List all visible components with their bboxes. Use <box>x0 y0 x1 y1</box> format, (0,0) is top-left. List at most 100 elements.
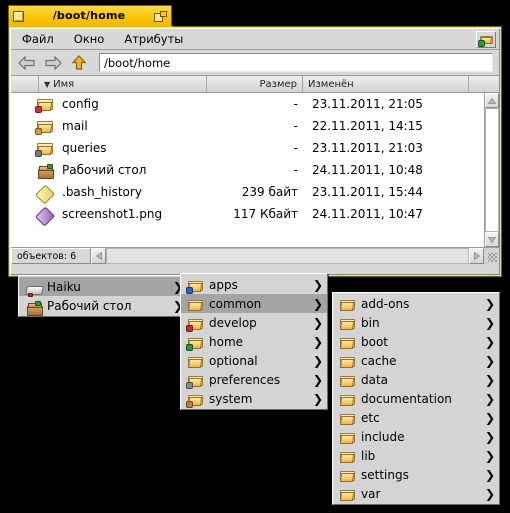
vertical-scroll-track[interactable] <box>485 108 499 232</box>
column-headers: ▼ Имя Размер Изменён <box>11 75 499 93</box>
path-value: /boot/home <box>104 55 171 70</box>
menubar: Файл Окно Атрибуты <box>11 29 499 50</box>
folder-icon <box>340 431 355 444</box>
column-header-size[interactable]: Размер <box>207 75 303 93</box>
file-modified: 24.11.2011, 10:48 <box>312 163 423 177</box>
file-name: screenshot1.png <box>62 207 163 221</box>
menu-item-icon-cell <box>25 298 43 316</box>
path-input[interactable]: /boot/home <box>99 53 493 72</box>
menu-item[interactable]: preferences ❯ <box>181 370 327 389</box>
submenu-arrow-icon: ❯ <box>484 467 495 482</box>
file-row[interactable]: config -23.11.2011, 21:05 <box>11 93 484 115</box>
menu-item-label: optional <box>209 353 258 368</box>
menu-item[interactable]: system ❯ <box>181 389 327 408</box>
menu-item-icon-cell <box>339 429 356 444</box>
menu-item-icon-cell <box>339 467 356 482</box>
horizontal-scrollbar[interactable] <box>91 248 484 264</box>
scroll-right-button[interactable] <box>469 248 484 264</box>
menu-item[interactable]: data ❯ <box>333 370 499 389</box>
back-button[interactable] <box>15 53 39 73</box>
menu-item[interactable]: common ❯ <box>181 294 327 313</box>
folder-system-icon <box>186 393 203 408</box>
arrow-right-icon <box>45 55 62 70</box>
file-row[interactable]: queries -23.11.2011, 21:03 <box>11 137 484 159</box>
menu-item[interactable]: add-ons ❯ <box>333 294 499 313</box>
close-box-icon[interactable] <box>13 10 24 22</box>
horizontal-scroll-track[interactable] <box>106 248 469 264</box>
file-name: config <box>62 97 99 111</box>
menu-item[interactable]: home ❯ <box>181 332 327 351</box>
menu-item[interactable]: documentation ❯ <box>333 389 499 408</box>
menu-item-icon-cell <box>339 410 356 425</box>
scroll-down-button[interactable] <box>485 232 499 247</box>
menu-item[interactable]: optional ❯ <box>181 351 327 370</box>
file-size: 239 байт <box>241 185 298 199</box>
menu-item-icon-cell <box>339 486 356 501</box>
menu-item-icon-cell <box>339 296 356 311</box>
column-header-modified[interactable]: Изменён <box>303 75 469 93</box>
menu-item[interactable]: Рабочий стол ❯ <box>19 296 187 316</box>
forward-button[interactable] <box>41 53 65 73</box>
file-name: queries <box>62 141 107 155</box>
menu-item[interactable]: Haiku ❯ <box>19 277 187 297</box>
folder-apps-icon <box>186 279 203 294</box>
desktop-folder-icon <box>37 163 54 179</box>
menu-item[interactable]: boot ❯ <box>333 332 499 351</box>
submenu-arrow-icon: ❯ <box>312 315 323 330</box>
column-header-name[interactable]: ▼ Имя <box>39 75 207 93</box>
folder-icon <box>340 298 355 311</box>
menu-item-label: settings <box>361 467 409 482</box>
scroll-left-button[interactable] <box>91 248 106 264</box>
status-bar: объектов: 6 <box>11 247 499 264</box>
chevron-down-icon <box>487 236 497 243</box>
file-row[interactable]: Рабочий стол -24.11.2011, 10:48 <box>11 159 484 181</box>
folder-icon <box>340 317 355 330</box>
sort-indicator-icon: ▼ <box>44 79 51 89</box>
submenu-arrow-icon: ❯ <box>312 391 323 406</box>
menu-item-label: develop <box>209 315 257 330</box>
menu-item[interactable]: settings ❯ <box>333 465 499 484</box>
menu-file[interactable]: Файл <box>13 30 63 49</box>
menu-item[interactable]: lib ❯ <box>333 446 499 465</box>
column-header-icon <box>11 75 39 93</box>
file-row[interactable]: screenshot1.png 117 Кбайт 24.11.2011, 10:4… <box>11 203 484 227</box>
file-list[interactable]: config -23.11.2011, 21:05 mail -22.11.2011,… <box>11 93 484 247</box>
vertical-scrollbar[interactable] <box>484 93 499 247</box>
menu-item-label: cache <box>361 353 397 368</box>
submenu-arrow-icon: ❯ <box>484 353 495 368</box>
file-modified: 24.11.2011, 10:47 <box>312 207 423 221</box>
folder-icon <box>340 412 355 425</box>
folder-icon <box>340 355 355 368</box>
menu-item[interactable]: etc ❯ <box>333 408 499 427</box>
file-row[interactable]: .bash_history 239 байт 23.11.2011, 15:44 <box>11 181 484 205</box>
menu-item[interactable]: bin ❯ <box>333 313 499 332</box>
zoom-box-icon[interactable] <box>154 10 167 22</box>
file-row[interactable]: mail -22.11.2011, 14:15 <box>11 115 484 137</box>
menu-item[interactable]: cache ❯ <box>333 351 499 370</box>
window-titlebar[interactable]: /boot/home <box>8 5 172 26</box>
file-list-area: config -23.11.2011, 21:05 mail -22.11.2011,… <box>11 93 499 247</box>
menu-item-label: apps <box>209 277 238 292</box>
submenu-arrow-icon: ❯ <box>312 372 323 387</box>
menu-window[interactable]: Окно <box>65 30 114 49</box>
menu-item[interactable]: include ❯ <box>333 427 499 446</box>
menu-item[interactable]: develop ❯ <box>181 313 327 332</box>
up-button[interactable] <box>67 53 91 73</box>
context-menu-level-1[interactable]: Haiku ❯ Рабочий стол ❯ <box>18 275 188 317</box>
file-manager-window: /boot/home Файл Окно Атрибуты /boot/home… <box>8 5 502 277</box>
resize-grip-icon[interactable] <box>484 248 499 264</box>
context-menu-level-3[interactable]: add-ons ❯ bin ❯ boot ❯ cache ❯ data ❯ documentatio… <box>332 292 500 505</box>
folder-icon[interactable] <box>476 30 496 48</box>
file-modified: 23.11.2011, 15:44 <box>312 185 423 199</box>
image-document-icon <box>34 206 56 227</box>
context-menu-level-2[interactable]: apps ❯ common ❯ develop ❯ home ❯ optional ❯ prefer… <box>180 273 328 410</box>
menu-attributes[interactable]: Атрибуты <box>115 30 192 49</box>
submenu-arrow-icon: ❯ <box>484 372 495 387</box>
chevron-left-icon <box>95 251 102 261</box>
scroll-up-button[interactable] <box>485 93 499 108</box>
chevron-right-icon <box>473 251 480 261</box>
folder-icon <box>340 450 355 463</box>
menu-item[interactable]: apps ❯ <box>181 275 327 294</box>
folder-config-icon <box>35 97 53 113</box>
menu-item[interactable]: var ❯ <box>333 484 499 503</box>
